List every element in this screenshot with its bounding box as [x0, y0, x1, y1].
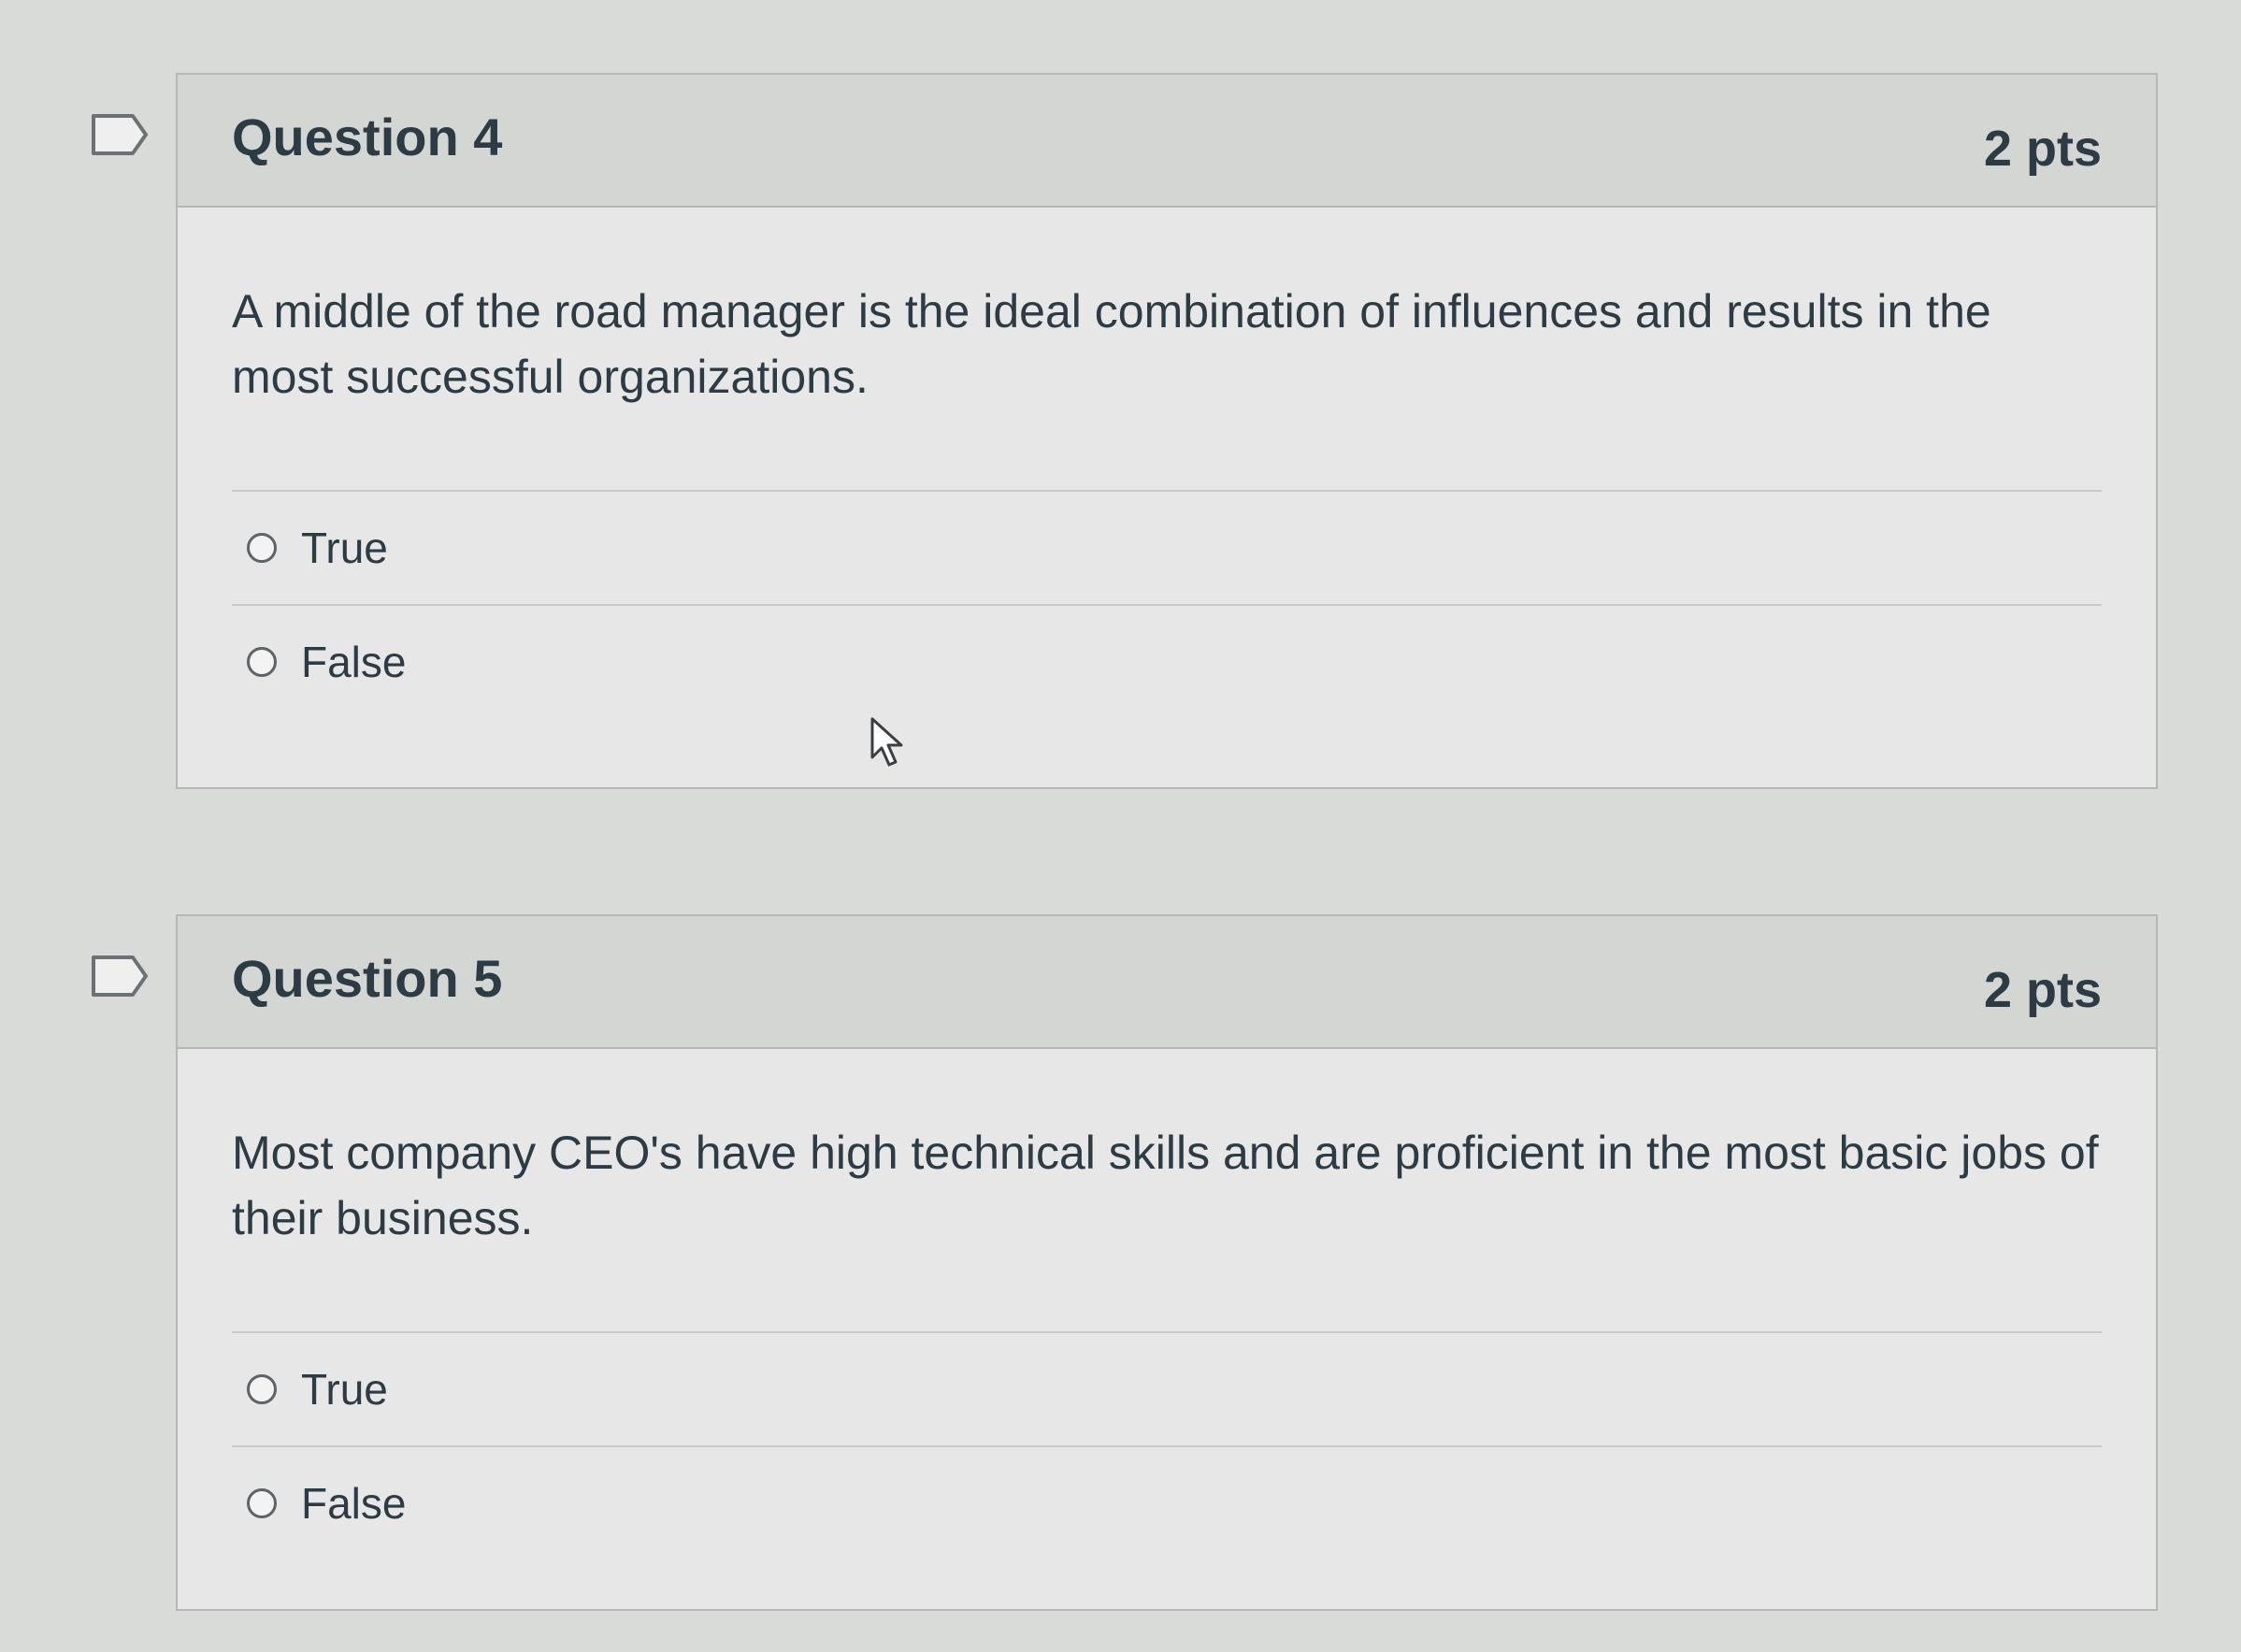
radio-unchecked-icon[interactable] — [247, 647, 277, 677]
question-header: Question 4 2 pts — [178, 75, 2156, 208]
answer-label: True — [301, 1365, 388, 1414]
question-text: A middle of the road manager is the idea… — [232, 285, 1991, 403]
question-card: Question 4 2 pts A middle of the road ma… — [92, 73, 2158, 789]
question-body: A middle of the road manager is the idea… — [178, 208, 2156, 718]
question-text: Most company CEO's have high technical s… — [232, 1127, 2099, 1244]
mouse-pointer-icon — [869, 716, 907, 769]
flag-question-icon[interactable] — [90, 112, 150, 157]
question-card: Question 5 2 pts Most company CEO's have… — [92, 914, 2158, 1611]
radio-unchecked-icon[interactable] — [247, 1488, 277, 1518]
answer-list: True False — [232, 490, 2102, 718]
answer-option-true[interactable]: True — [232, 1333, 2102, 1447]
flag-question-icon[interactable] — [90, 954, 150, 998]
question-title: Question 4 — [232, 108, 503, 166]
answer-label: False — [301, 1479, 407, 1528]
question-body: Most company CEO's have high technical s… — [178, 1049, 2156, 1559]
answer-label: False — [301, 638, 407, 686]
answer-list: True False — [232, 1331, 2102, 1559]
answer-option-false[interactable]: False — [232, 1447, 2102, 1559]
question-points: 2 pts — [1983, 121, 2102, 177]
question-header: Question 5 2 pts — [178, 916, 2156, 1049]
question-title: Question 5 — [232, 949, 503, 1008]
answer-option-false[interactable]: False — [232, 606, 2102, 718]
radio-unchecked-icon[interactable] — [247, 533, 277, 563]
question-points: 2 pts — [1983, 962, 2102, 1018]
radio-unchecked-icon[interactable] — [247, 1374, 277, 1404]
answer-label: True — [301, 524, 388, 572]
answer-option-true[interactable]: True — [232, 492, 2102, 606]
